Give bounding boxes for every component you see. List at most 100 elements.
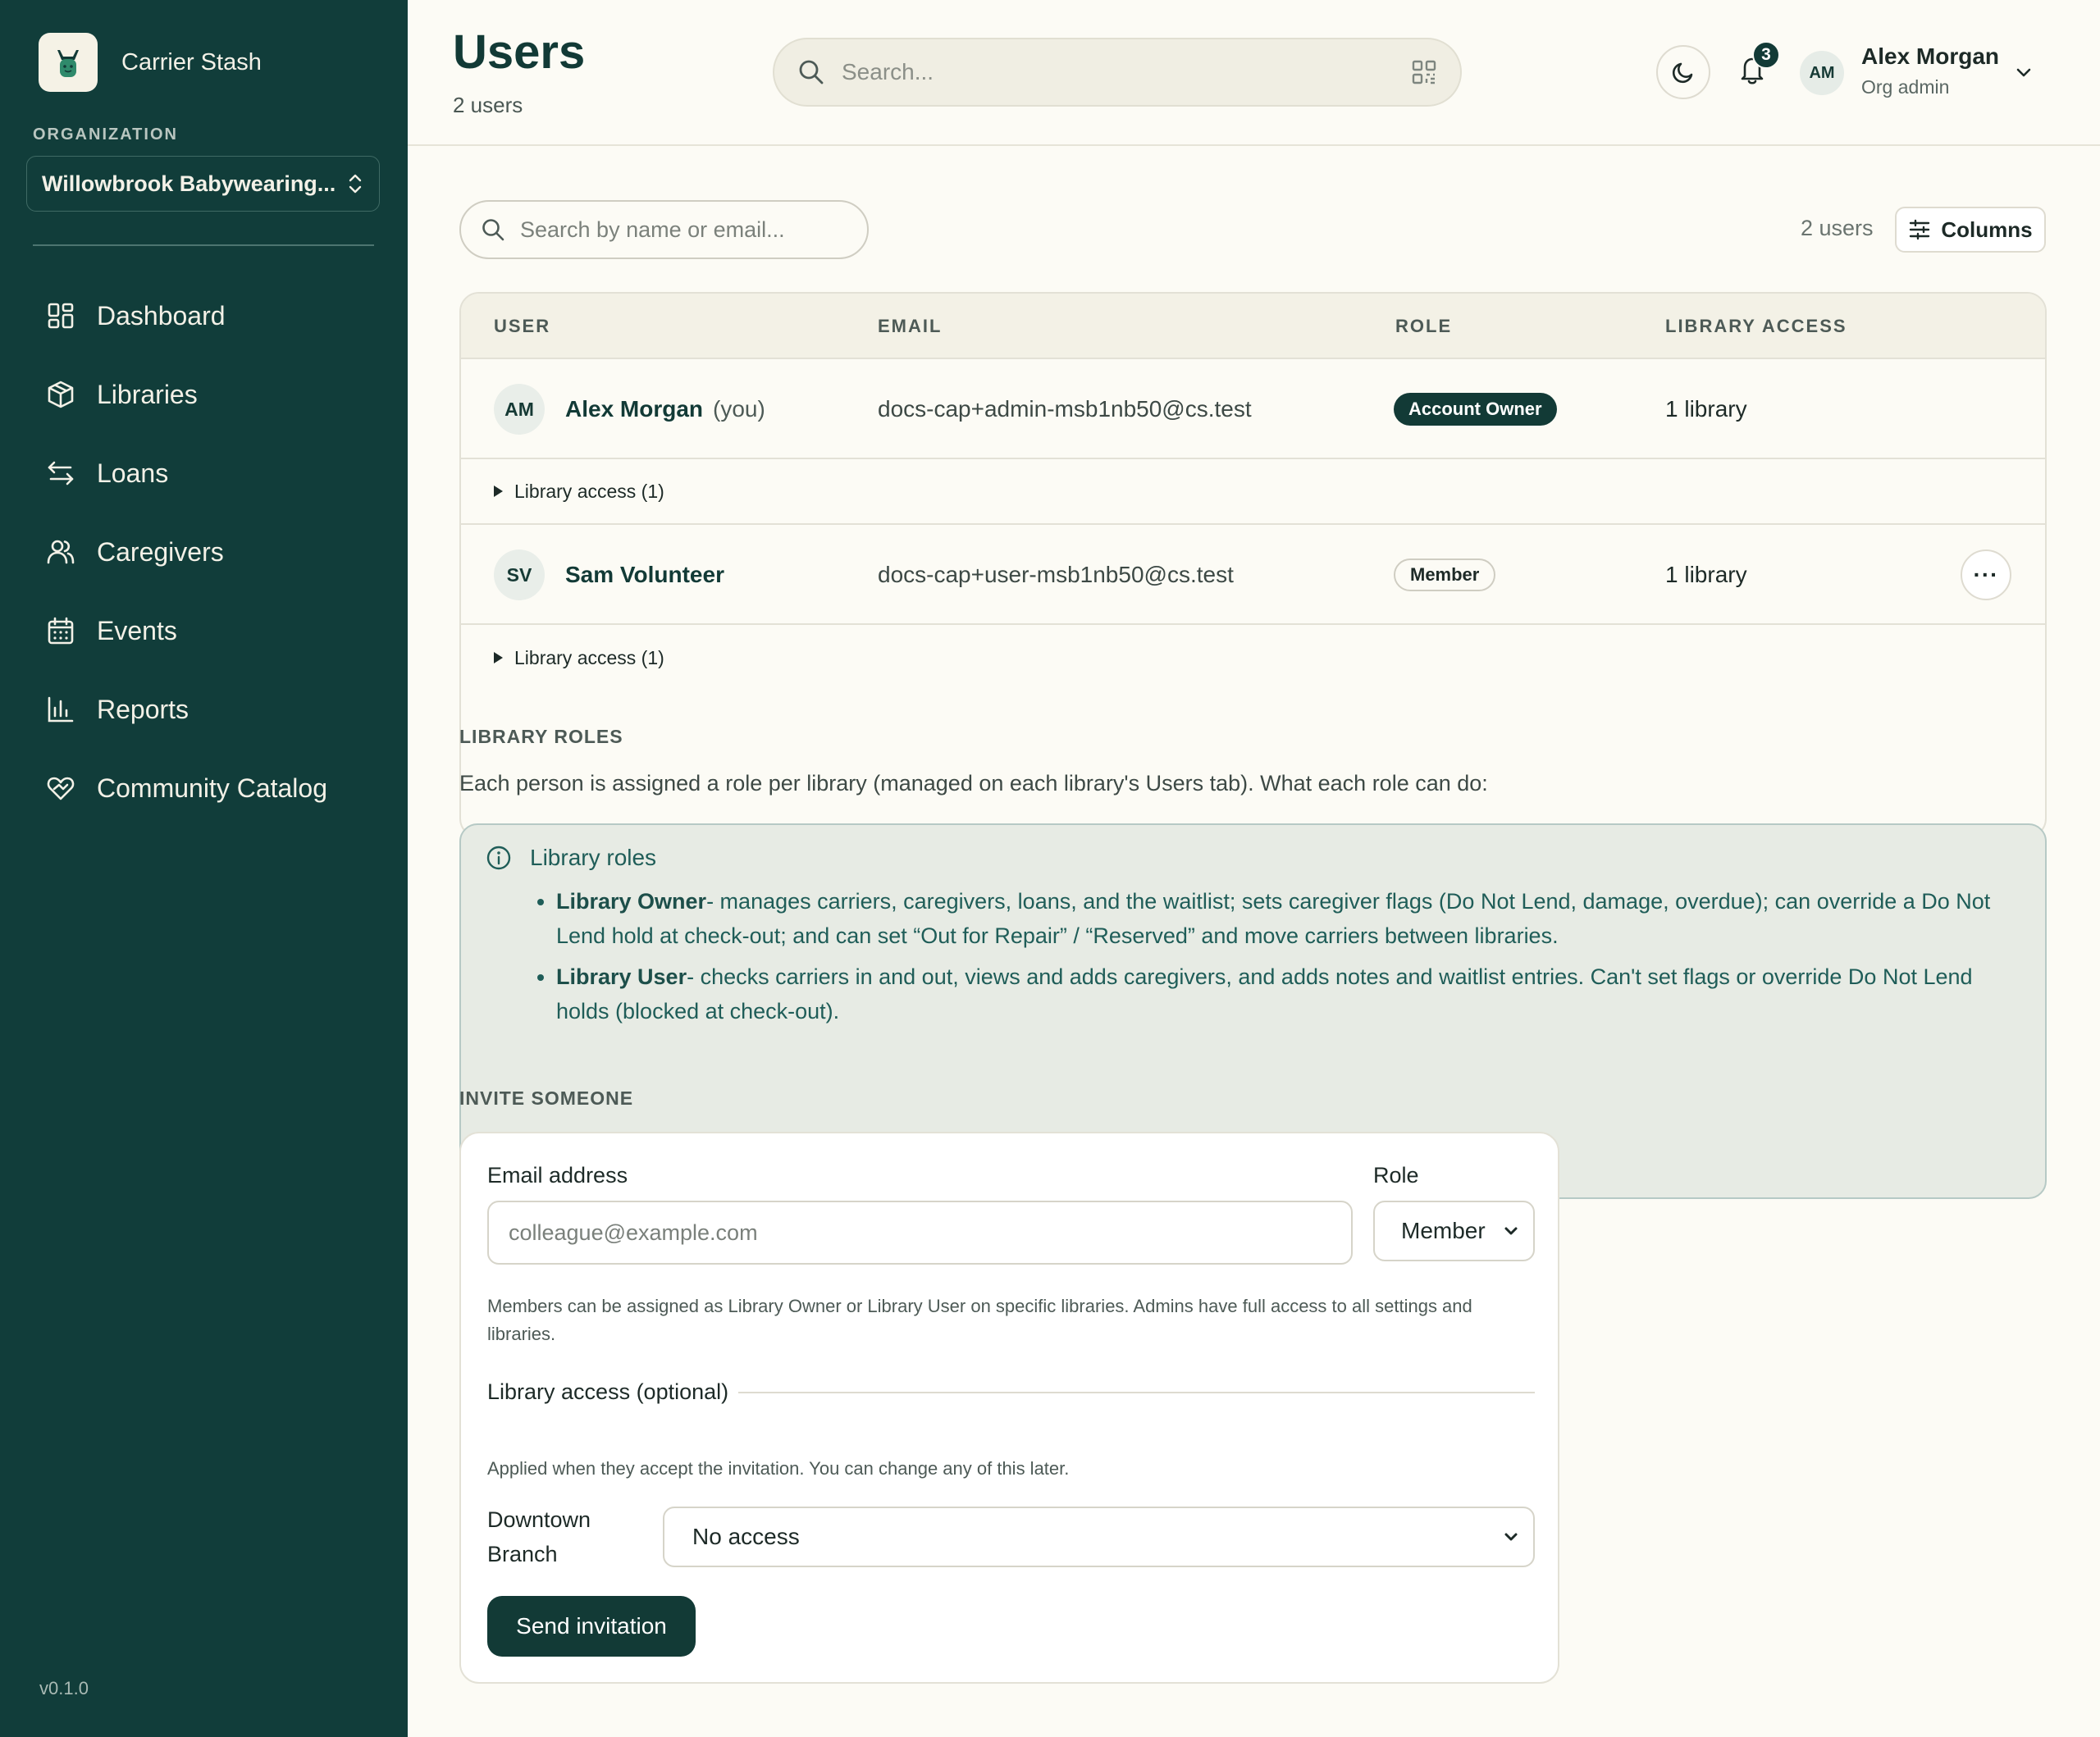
column-header-role[interactable]: ROLE [1395, 316, 1452, 337]
user-name: Sam Volunteer [565, 562, 724, 587]
role-description: - checks carriers in and out, views and … [556, 964, 1973, 1024]
role-badge: Member [1394, 558, 1496, 591]
notification-count-badge: 3 [1752, 41, 1780, 69]
sidebar-nav: Dashboard Libraries Loans Caregivers Eve… [0, 276, 408, 827]
role-help-text: Members can be assigned as Library Owner… [487, 1296, 1472, 1344]
table-row[interactable]: SV Sam Volunteer docs-cap+user-msb1nb50@… [461, 525, 2045, 625]
avatar[interactable]: AM [1800, 51, 1844, 95]
library-roles-intro: Each person is assigned a role per libra… [459, 771, 1488, 796]
user-search-input[interactable]: Search by name or email... [459, 200, 869, 259]
chevron-down-icon [1504, 1227, 1518, 1235]
library-roles-title-text: Library roles [530, 845, 657, 870]
branch-access-value: No access [692, 1524, 800, 1549]
invite-heading: INVITE SOMEONE [459, 1087, 634, 1109]
sidebar-item-loans[interactable]: Loans [0, 434, 408, 513]
library-access-toggle-label: Library access (1) [514, 646, 664, 668]
role-select[interactable]: Member [1373, 1201, 1535, 1261]
user-email: docs-cap+user-msb1nb50@cs.test [878, 562, 1234, 587]
sidebar-item-label: Caregivers [97, 536, 224, 567]
page-title: Users [453, 25, 586, 79]
email-label: Email address [487, 1163, 628, 1188]
brand[interactable]: Carrier Stash [39, 33, 262, 92]
disclosure-triangle-icon [494, 486, 503, 497]
bar-chart-icon [48, 696, 74, 723]
app-version: v0.1.0 [39, 1678, 89, 1698]
current-user-role: Org admin [1861, 76, 1950, 98]
sidebar: Carrier Stash ORGANIZATION Willowbrook B… [0, 0, 408, 1737]
columns-label: Columns [1941, 217, 2033, 242]
heart-hands-icon [47, 777, 75, 800]
library-access-toggle[interactable]: Library access (1) [461, 625, 2045, 691]
sidebar-item-libraries[interactable]: Libraries [0, 355, 408, 434]
user-email: docs-cap+admin-msb1nb50@cs.test [878, 396, 1252, 422]
sliders-icon [1910, 219, 1930, 240]
organization-name: Willowbrook Babywearing... [42, 171, 336, 196]
current-user-name[interactable]: Alex Morgan [1861, 43, 1999, 70]
sidebar-item-community-catalog[interactable]: Community Catalog [0, 749, 408, 827]
library-access-count: 1 library [1665, 396, 1747, 422]
box-icon [48, 381, 74, 408]
list-item: Library User- checks carriers in and out… [556, 960, 2020, 1028]
role-label: Role [1373, 1163, 1419, 1188]
sidebar-item-label: Dashboard [97, 300, 226, 331]
library-roles-heading: LIBRARY ROLES [459, 726, 623, 747]
carrier-logo-icon [39, 33, 98, 92]
role-name: Library Owner [556, 889, 707, 914]
legend-divider [738, 1391, 1535, 1393]
user-name: Alex Morgan (you) [565, 396, 765, 422]
user-name-text: Alex Morgan [565, 396, 704, 422]
dashboard-icon [48, 303, 74, 329]
columns-button[interactable]: Columns [1895, 207, 2046, 253]
more-actions-button[interactable]: ··· [1961, 549, 2011, 600]
global-search-input[interactable]: Search... [773, 38, 1462, 107]
send-invitation-button[interactable]: Send invitation [487, 1596, 696, 1657]
role-description: - manages carriers, caregivers, loans, a… [556, 889, 1991, 948]
chevron-down-icon[interactable] [2012, 61, 2035, 84]
sidebar-item-label: Community Catalog [97, 773, 327, 803]
chevron-up-down-icon [349, 174, 362, 194]
column-header-user[interactable]: USER [494, 316, 550, 337]
sidebar-item-dashboard[interactable]: Dashboard [0, 276, 408, 355]
table-row[interactable]: AM Alex Morgan (you) docs-cap+admin-msb1n… [461, 359, 2045, 459]
column-header-email[interactable]: EMAIL [878, 316, 942, 337]
you-indicator: (you) [713, 396, 765, 422]
branch-label: Downtown Branch [487, 1507, 591, 1566]
avatar: SV [494, 549, 545, 600]
library-roles-list: Library Owner- manages carriers, caregiv… [486, 884, 2020, 1028]
role-select-value: Member [1401, 1218, 1486, 1243]
column-header-library-access[interactable]: LIBRARY ACCESS [1665, 316, 1847, 337]
library-access-toggle[interactable]: Library access (1) [461, 459, 2045, 525]
calendar-icon [48, 617, 74, 645]
disclosure-triangle-icon [494, 652, 503, 663]
qr-code-icon[interactable] [1411, 59, 1437, 85]
role-badge: Account Owner [1394, 393, 1557, 426]
branch-access-select[interactable]: No access [663, 1507, 1535, 1567]
sidebar-item-reports[interactable]: Reports [0, 670, 408, 749]
list-item: Library Owner- manages carriers, caregiv… [556, 884, 2020, 953]
search-icon [799, 60, 824, 84]
organization-select[interactable]: Willowbrook Babywearing... [26, 156, 380, 212]
user-count: 2 users [1801, 216, 1874, 240]
sidebar-item-label: Events [97, 615, 177, 645]
arrows-icon [48, 461, 74, 486]
chevron-down-icon [1504, 1533, 1518, 1541]
users-table: USER EMAIL ROLE LIBRARY ACCESS AM Alex M… [459, 292, 2047, 838]
role-name: Library User [556, 964, 687, 989]
avatar: AM [494, 384, 545, 435]
sidebar-item-label: Libraries [97, 379, 198, 409]
email-field[interactable] [487, 1201, 1353, 1265]
library-roles-title: Library roles [486, 845, 2020, 871]
info-icon [486, 846, 511, 870]
theme-toggle-button[interactable] [1656, 45, 1710, 99]
search-icon [482, 219, 504, 241]
app-name: Carrier Stash [121, 48, 262, 75]
sidebar-item-label: Loans [97, 458, 169, 488]
top-header: Users 2 users Search... 3 AM Alex Morgan… [408, 0, 2100, 146]
applied-note: Applied when they accept the invitation.… [487, 1458, 1070, 1479]
sidebar-divider [33, 244, 374, 246]
organization-label: ORGANIZATION [33, 125, 178, 144]
sidebar-item-caregivers[interactable]: Caregivers [0, 513, 408, 591]
people-icon [47, 540, 75, 564]
sidebar-item-events[interactable]: Events [0, 591, 408, 670]
library-access-legend: Library access (optional) [487, 1379, 1535, 1405]
